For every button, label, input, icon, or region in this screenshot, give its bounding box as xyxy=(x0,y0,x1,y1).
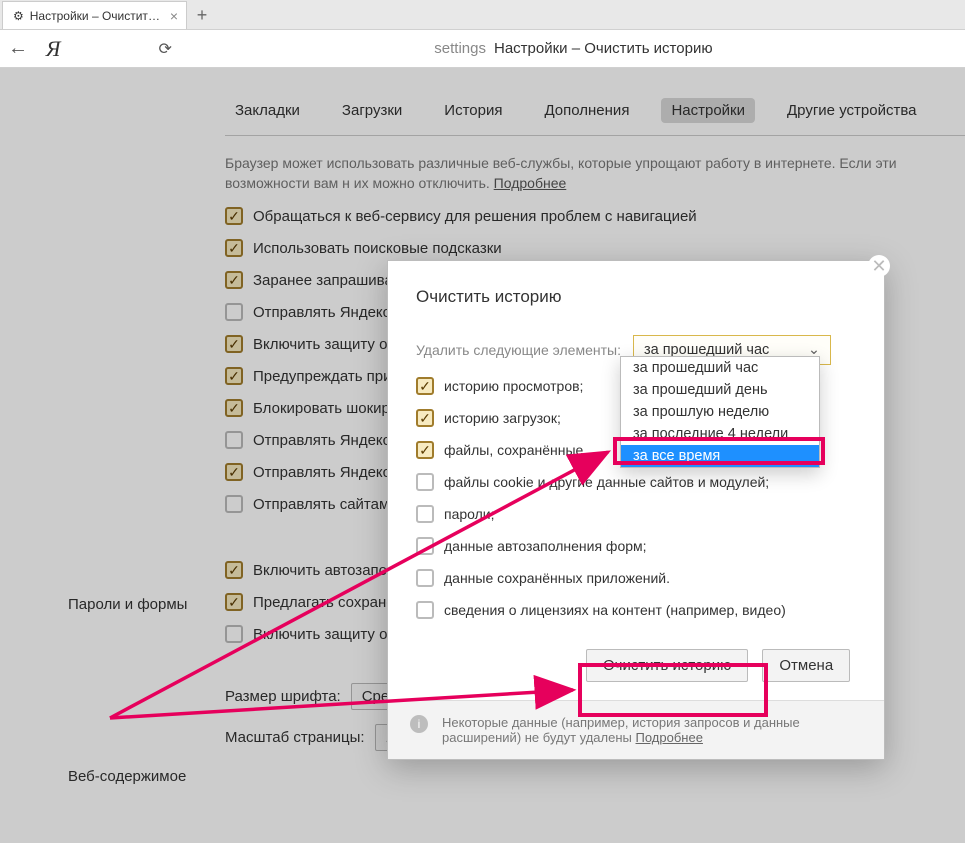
footer-more-link[interactable]: Подробнее xyxy=(636,730,703,745)
new-tab-button[interactable]: + xyxy=(187,1,217,29)
checkbox[interactable] xyxy=(416,569,434,587)
option-label: файлы, сохранённые xyxy=(444,442,583,458)
dropdown-option[interactable]: за последние 4 недели xyxy=(621,423,819,445)
info-icon: i xyxy=(410,715,428,733)
clear-option: сведения о лицензиях на контент (наприме… xyxy=(416,601,856,619)
dropdown-option[interactable]: за прошедший день xyxy=(621,379,819,401)
footer-text: Некоторые данные (например, история запр… xyxy=(442,715,800,745)
option-label: данные автозаполнения форм; xyxy=(444,538,647,554)
address-display[interactable]: settings Настройки – Очистить историю xyxy=(190,40,957,57)
checkbox[interactable] xyxy=(416,505,434,523)
option-label: пароли; xyxy=(444,506,495,522)
checkbox[interactable]: ✓ xyxy=(416,409,434,427)
dialog-footer: i Некоторые данные (например, история за… xyxy=(388,700,884,759)
dropdown-option[interactable]: за прошлую неделю xyxy=(621,401,819,423)
clear-option: пароли; xyxy=(416,505,856,523)
dialog-close-icon[interactable]: ✕ xyxy=(868,255,890,277)
time-range-dropdown: за прошедший часза прошедший деньза прош… xyxy=(620,356,820,468)
yandex-logo[interactable]: Я xyxy=(46,36,60,62)
clear-history-dialog: ✕ Очистить историю Удалить следующие эле… xyxy=(387,260,885,760)
option-label: данные сохранённых приложений. xyxy=(444,570,670,586)
checkbox[interactable]: ✓ xyxy=(416,441,434,459)
option-label: историю загрузок; xyxy=(444,410,561,426)
checkbox[interactable] xyxy=(416,473,434,491)
browser-tabstrip: ⚙ Настройки – Очистить и… × + xyxy=(0,0,965,30)
clear-option: данные сохранённых приложений. xyxy=(416,569,856,587)
dialog-title: Очистить историю xyxy=(416,287,856,307)
gear-icon: ⚙ xyxy=(13,9,24,23)
checkbox[interactable]: ✓ xyxy=(416,377,434,395)
cancel-button[interactable]: Отмена xyxy=(762,649,850,682)
option-label: сведения о лицензиях на контент (наприме… xyxy=(444,602,786,618)
browser-toolbar: ← Я ⟳ settings Настройки – Очистить исто… xyxy=(0,30,965,68)
address-prefix: settings xyxy=(434,40,486,57)
reload-button[interactable]: ⟳ xyxy=(158,39,171,59)
clear-history-button[interactable]: Очистить историю xyxy=(586,649,748,682)
back-button[interactable]: ← xyxy=(8,37,28,60)
clear-option: данные автозаполнения форм; xyxy=(416,537,856,555)
option-label: файлы cookie и другие данные сайтов и мо… xyxy=(444,474,769,490)
address-title: Настройки – Очистить историю xyxy=(494,40,713,57)
option-label: историю просмотров; xyxy=(444,378,583,394)
close-tab-icon[interactable]: × xyxy=(170,8,178,24)
tab-title: Настройки – Очистить и… xyxy=(30,9,164,23)
browser-tab[interactable]: ⚙ Настройки – Очистить и… × xyxy=(2,1,187,29)
dropdown-option[interactable]: за все время xyxy=(621,445,819,467)
range-label: Удалить следующие элементы: xyxy=(416,335,621,358)
clear-option: файлы cookie и другие данные сайтов и мо… xyxy=(416,473,856,491)
dropdown-option[interactable]: за прошедший час xyxy=(621,357,819,379)
checkbox[interactable] xyxy=(416,537,434,555)
checkbox[interactable] xyxy=(416,601,434,619)
